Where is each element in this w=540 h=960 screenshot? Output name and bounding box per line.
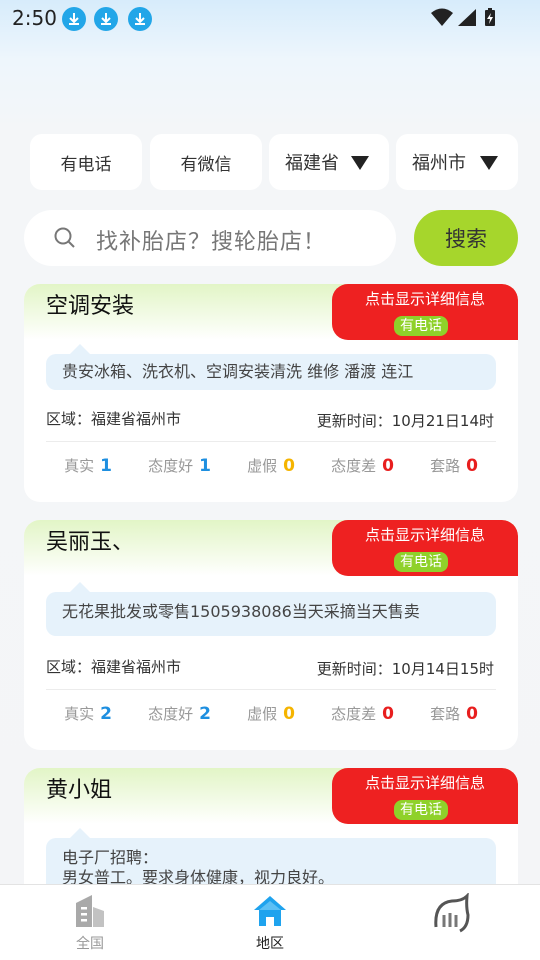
has-phone-badge: 有电话	[394, 316, 448, 336]
card-description: 贵安冰箱、洗衣机、空调安装清洗 维修 潘渡 连江	[46, 344, 496, 390]
stat-good[interactable]: 态度好 2	[148, 703, 211, 724]
profile-icon	[434, 893, 470, 933]
show-detail-label: 点击显示详细信息	[364, 774, 485, 792]
home-icon	[254, 896, 286, 926]
download-icon	[94, 7, 118, 31]
signal-icon	[458, 9, 476, 26]
updated-value: 10月14日15时	[391, 660, 494, 678]
stat-real-label: 真实	[64, 457, 95, 475]
card-title: 黄小姐	[46, 778, 113, 803]
stat-fake[interactable]: 虚假 0	[247, 455, 295, 476]
dropdown-arrow-icon	[351, 156, 369, 170]
filter-has-phone[interactable]: 有电话	[30, 134, 142, 190]
stat-bad-label: 态度差	[331, 705, 377, 723]
filter-has-phone-label: 有电话	[60, 154, 112, 175]
nav-all[interactable]: 全国	[0, 885, 180, 960]
stat-scam[interactable]: 套路 0	[430, 455, 478, 476]
card-region: 区域：福建省福州市	[46, 656, 181, 677]
stat-real-label: 真实	[64, 705, 95, 723]
province-select[interactable]: 福建省	[269, 134, 389, 190]
city-value: 福州市	[412, 153, 466, 174]
card-stats: 真实 1 态度好 1 虚假 0 态度差 0 套路 0	[46, 455, 496, 476]
stat-good-count: 2	[199, 704, 211, 724]
has-phone-badge: 有电话	[394, 800, 448, 820]
card-description-line: 电子厂招聘：	[62, 848, 159, 867]
region-label: 区域：	[46, 658, 92, 676]
stat-fake-count: 0	[283, 704, 295, 724]
stat-fake-label: 虚假	[247, 705, 278, 723]
card-description: 无花果批发或零售1505938086当天采摘当天售卖	[46, 582, 496, 636]
stat-scam-count: 0	[466, 704, 478, 724]
show-detail-label: 点击显示详细信息	[364, 290, 485, 308]
battery-icon	[485, 8, 495, 26]
download-icon	[62, 7, 86, 31]
updated-label: 更新时间：	[316, 412, 392, 430]
card-updated: 更新时间：10月14日15时	[317, 658, 494, 679]
listing-card[interactable]: 吴丽玉、 点击显示详细信息 有电话 无花果批发或零售1505938086当天采摘…	[24, 520, 518, 750]
stat-real[interactable]: 真实 2	[64, 703, 112, 724]
status-time: 2:50	[12, 6, 57, 30]
search-placeholder: 找补胎店？搜轮胎店！	[96, 230, 327, 255]
stat-real[interactable]: 真实 1	[64, 455, 112, 476]
stat-scam-count: 0	[466, 456, 478, 476]
stat-good-label: 态度好	[148, 457, 194, 475]
city-select[interactable]: 福州市	[396, 134, 518, 190]
stat-bad-count: 0	[382, 456, 394, 476]
show-detail-button[interactable]: 点击显示详细信息 有电话	[332, 520, 518, 576]
stat-scam-label: 套路	[430, 705, 461, 723]
filter-has-wechat[interactable]: 有微信	[150, 134, 262, 190]
show-detail-button[interactable]: 点击显示详细信息 有电话	[332, 768, 518, 824]
card-stats: 真实 2 态度好 2 虚假 0 态度差 0 套路 0	[46, 703, 496, 724]
wifi-icon	[431, 8, 453, 26]
stat-bad-label: 态度差	[331, 457, 377, 475]
stat-bad[interactable]: 态度差 0	[331, 455, 394, 476]
updated-label: 更新时间：	[316, 660, 392, 678]
search-button[interactable]: 搜索	[414, 210, 518, 266]
nav-region[interactable]: 地区	[180, 885, 360, 960]
card-updated: 更新时间：10月21日14时	[317, 410, 494, 431]
system-icons	[430, 7, 500, 33]
stat-fake-label: 虚假	[247, 457, 278, 475]
province-value: 福建省	[285, 153, 339, 174]
nav-region-label: 地区	[256, 936, 284, 952]
stat-good-label: 态度好	[148, 705, 194, 723]
updated-value: 10月21日14时	[391, 412, 494, 430]
stat-bad-count: 0	[382, 704, 394, 724]
show-detail-button[interactable]: 点击显示详细信息 有电话	[332, 284, 518, 340]
search-button-label: 搜索	[445, 227, 487, 251]
search-input[interactable]: 找补胎店？搜轮胎店！	[24, 210, 396, 266]
listing-card[interactable]: 空调安装 点击显示详细信息 有电话 贵安冰箱、洗衣机、空调安装清洗 维修 潘渡 …	[24, 284, 518, 502]
filter-has-wechat-label: 有微信	[180, 154, 232, 175]
card-title: 吴丽玉、	[46, 530, 135, 555]
stat-real-count: 1	[100, 456, 112, 476]
nav-profile[interactable]	[360, 885, 540, 960]
region-label: 区域：	[46, 410, 92, 428]
region-value: 福建省福州市	[91, 658, 182, 676]
download-icon	[128, 7, 152, 31]
has-phone-badge: 有电话	[394, 552, 448, 572]
card-title: 空调安装	[46, 294, 135, 319]
divider	[46, 689, 496, 690]
stat-good-count: 1	[199, 456, 211, 476]
nav-all-label: 全国	[76, 936, 104, 952]
show-detail-label: 点击显示详细信息	[364, 526, 485, 544]
stat-scam[interactable]: 套路 0	[430, 703, 478, 724]
stat-real-count: 2	[100, 704, 112, 724]
stat-fake-count: 0	[283, 456, 295, 476]
stat-good[interactable]: 态度好 1	[148, 455, 211, 476]
bottom-nav: 全国 地区	[0, 884, 540, 960]
card-region: 区域：福建省福州市	[46, 408, 181, 429]
search-icon	[54, 227, 75, 248]
stat-fake[interactable]: 虚假 0	[247, 703, 295, 724]
building-icon	[76, 895, 104, 927]
region-value: 福建省福州市	[91, 410, 182, 428]
stat-scam-label: 套路	[430, 457, 461, 475]
divider	[46, 441, 496, 442]
stat-bad[interactable]: 态度差 0	[331, 703, 394, 724]
dropdown-arrow-icon	[480, 156, 498, 170]
status-bar: 2:50	[0, 0, 540, 36]
